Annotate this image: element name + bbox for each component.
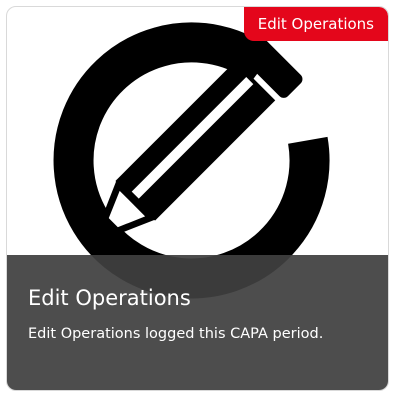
operation-badge: Edit Operations — [243, 7, 388, 41]
tile-description: Edit Operations logged this CAPA period. — [28, 326, 324, 342]
edit-operations-tile[interactable]: Edit Operations Edit Operations logged t… — [6, 6, 389, 391]
tile-caption: Edit Operations Edit Operations logged t… — [7, 255, 388, 390]
tile-title: Edit Operations — [28, 286, 191, 310]
